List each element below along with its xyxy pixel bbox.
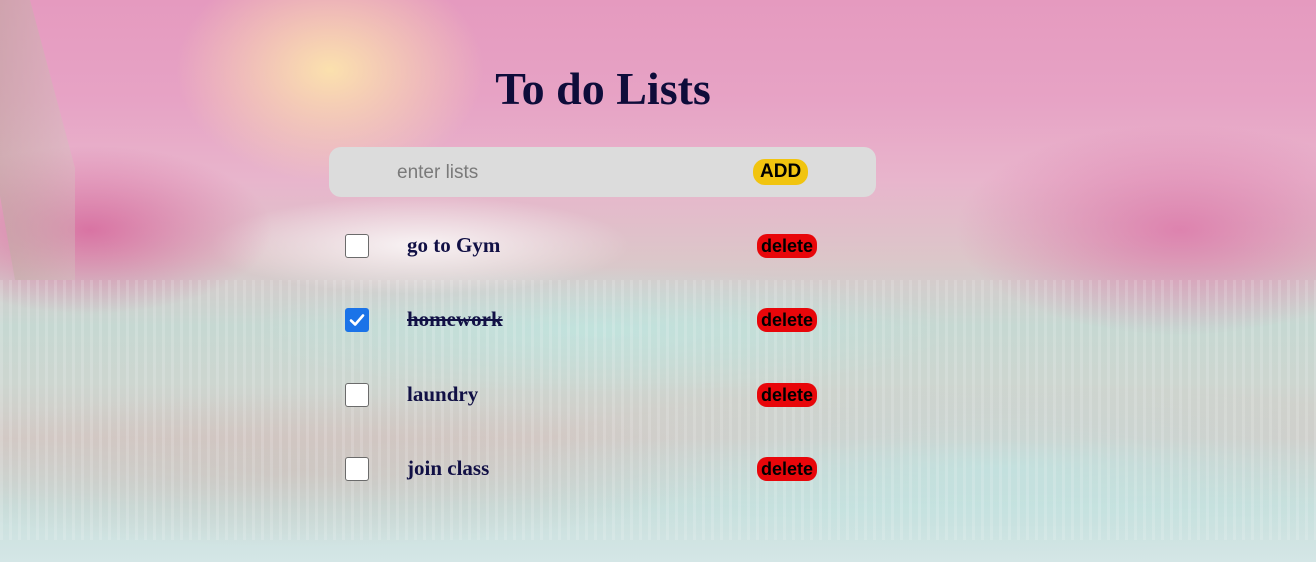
todo-checkbox[interactable]	[345, 457, 369, 481]
delete-button[interactable]: delete	[757, 383, 818, 407]
todo-input[interactable]	[395, 159, 659, 187]
todo-item: go to Gym delete	[345, 233, 825, 261]
todo-checkbox[interactable]	[345, 383, 369, 407]
delete-button[interactable]: delete	[757, 308, 818, 332]
todo-checkbox[interactable]	[345, 234, 369, 258]
add-button[interactable]: ADD	[753, 159, 809, 185]
delete-button[interactable]: delete	[757, 234, 818, 258]
todo-checkbox[interactable]	[345, 308, 369, 332]
page-title: To do Lists	[495, 63, 711, 114]
todo-item: laundry delete	[345, 382, 825, 410]
todo-item: homework delete	[345, 307, 825, 335]
todo-label: laundry	[407, 382, 479, 406]
todo-label: go to Gym	[407, 233, 501, 257]
checkmark-icon	[349, 314, 365, 326]
todo-label: join class	[407, 456, 490, 480]
todo-app: To do Lists ADD go to Gym delete homewor…	[0, 0, 1316, 562]
delete-button[interactable]: delete	[757, 457, 818, 481]
todo-label: homework	[407, 307, 503, 331]
todo-item: join class delete	[345, 456, 825, 484]
